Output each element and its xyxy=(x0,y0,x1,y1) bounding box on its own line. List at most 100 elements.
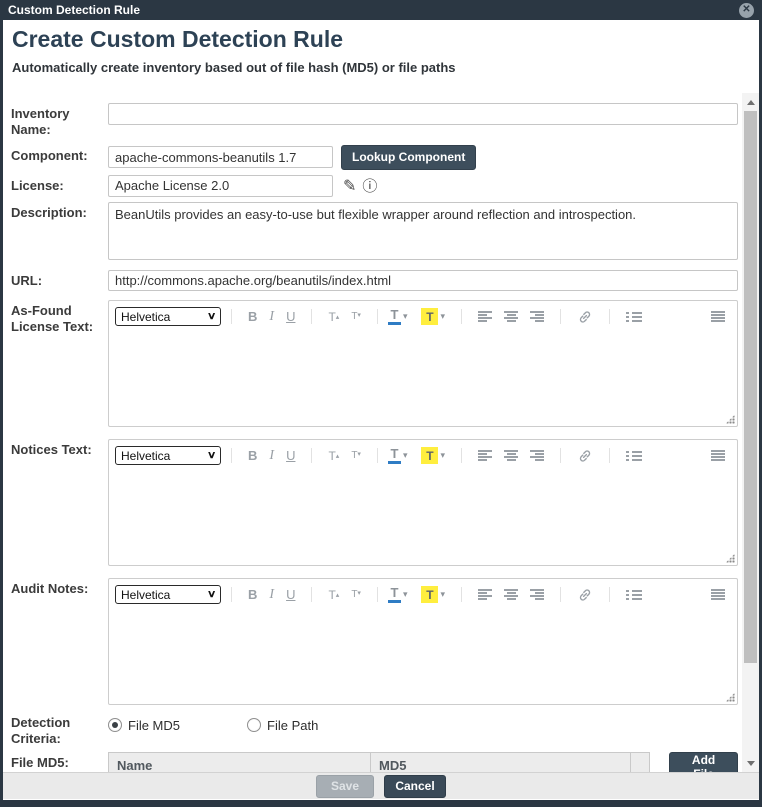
text-color-caret-icon[interactable]: ▾ xyxy=(403,311,408,322)
link-button[interactable] xyxy=(577,587,593,603)
link-button[interactable] xyxy=(577,448,593,464)
align-center-button[interactable] xyxy=(504,589,518,600)
underline-button[interactable]: U xyxy=(286,309,295,324)
lookup-component-button[interactable]: Lookup Component xyxy=(341,145,476,170)
highlight-color-caret-icon[interactable]: ▾ xyxy=(440,450,445,461)
url-input[interactable] xyxy=(108,270,738,291)
align-center-button[interactable] xyxy=(504,311,518,322)
select-caret-icon: ∨ xyxy=(207,589,217,600)
align-left-button[interactable] xyxy=(478,589,492,600)
justify-button[interactable] xyxy=(711,311,725,323)
form-content: Inventory Name: Component: Lookup Compon… xyxy=(3,93,759,772)
increase-font-button[interactable]: T▴ xyxy=(328,588,339,602)
italic-button[interactable]: I xyxy=(269,587,274,603)
italic-button[interactable]: I xyxy=(269,448,274,464)
text-color-button[interactable]: T xyxy=(388,308,401,325)
vertical-scrollbar[interactable] xyxy=(742,93,759,772)
license-input[interactable] xyxy=(108,175,333,197)
radio-file-path-control[interactable] xyxy=(247,718,261,732)
align-left-icon xyxy=(478,311,492,322)
text-color-caret-icon[interactable]: ▾ xyxy=(403,450,408,461)
detection-criteria-label: Detection Criteria: xyxy=(11,712,108,748)
link-icon xyxy=(577,448,593,464)
file-md5-table-header: Name MD5 xyxy=(109,753,649,772)
increase-font-button[interactable]: T▴ xyxy=(328,310,339,324)
ordered-list-button[interactable] xyxy=(626,311,642,323)
scrollbar-down-button[interactable] xyxy=(742,755,759,771)
scroll-up-icon xyxy=(747,100,755,105)
text-color-caret-icon[interactable]: ▾ xyxy=(403,589,408,600)
close-icon[interactable]: ✕ xyxy=(739,3,754,18)
scrollbar-up-button[interactable] xyxy=(742,94,759,110)
bold-button[interactable]: B xyxy=(248,448,257,463)
as-found-license-editor: Helvetica ∨ B I U T▴ T▾ xyxy=(108,300,738,427)
align-right-button[interactable] xyxy=(530,450,544,461)
align-center-icon xyxy=(504,311,518,322)
dialog-window: Create Custom Detection Rule Automatical… xyxy=(3,20,759,800)
ordered-list-icon xyxy=(626,450,642,462)
align-left-button[interactable] xyxy=(478,311,492,322)
grow-caret-icon: ▴ xyxy=(336,452,340,460)
text-color-button[interactable]: T xyxy=(388,447,401,464)
column-header-md5[interactable]: MD5 xyxy=(371,753,631,772)
link-icon xyxy=(577,587,593,603)
ordered-list-button[interactable] xyxy=(626,589,642,601)
inventory-name-label: Inventory Name: xyxy=(11,103,108,139)
underline-button[interactable]: U xyxy=(286,587,295,602)
align-center-button[interactable] xyxy=(504,450,518,461)
notices-text-label: Notices Text: xyxy=(11,439,108,458)
bold-button[interactable]: B xyxy=(248,587,257,602)
scrollbar-thumb[interactable] xyxy=(744,111,757,663)
bold-button[interactable]: B xyxy=(248,309,257,324)
decrease-font-button[interactable]: T▾ xyxy=(351,589,361,600)
page-title: Create Custom Detection Rule xyxy=(12,26,749,53)
justify-button[interactable] xyxy=(711,450,725,462)
as-found-license-row: As-Found License Text: Helvetica ∨ B I U xyxy=(11,300,759,427)
radio-file-md5[interactable]: File MD5 xyxy=(108,718,180,733)
decrease-font-button[interactable]: T▾ xyxy=(351,311,361,322)
align-right-button[interactable] xyxy=(530,311,544,322)
save-button[interactable]: Save xyxy=(316,775,374,798)
decrease-font-button[interactable]: T▾ xyxy=(351,450,361,461)
audit-notes-editor-body[interactable] xyxy=(109,611,737,704)
increase-font-button[interactable]: T▴ xyxy=(328,449,339,463)
link-icon xyxy=(577,309,593,325)
font-family-select[interactable]: Helvetica ∨ xyxy=(115,307,221,326)
custom-detection-rule-dialog: Custom Detection Rule ✕ Create Custom De… xyxy=(0,0,762,807)
radio-file-path[interactable]: File Path xyxy=(247,718,318,733)
add-file-button[interactable]: Add File xyxy=(669,752,738,772)
highlight-color-caret-icon[interactable]: ▾ xyxy=(440,589,445,600)
notices-text-editor-body[interactable] xyxy=(109,472,737,565)
radio-file-path-label: File Path xyxy=(267,718,318,733)
align-right-button[interactable] xyxy=(530,589,544,600)
component-label: Component: xyxy=(11,145,108,164)
editor-toolbar: Helvetica ∨ B I U T▴ T▾ xyxy=(109,301,737,333)
ordered-list-icon xyxy=(626,311,642,323)
radio-file-md5-control[interactable] xyxy=(108,718,122,732)
highlight-color-caret-icon[interactable]: ▾ xyxy=(440,311,445,322)
font-family-select[interactable]: Helvetica ∨ xyxy=(115,585,221,604)
justify-icon xyxy=(711,450,725,462)
as-found-license-editor-body[interactable] xyxy=(109,333,737,426)
underline-button[interactable]: U xyxy=(286,448,295,463)
font-family-select[interactable]: Helvetica ∨ xyxy=(115,446,221,465)
license-info-icon[interactable]: ⓘ xyxy=(362,179,377,194)
link-button[interactable] xyxy=(577,309,593,325)
description-textarea[interactable]: BeanUtils provides an easy-to-use but fl… xyxy=(108,202,738,260)
edit-license-icon[interactable]: ✎ xyxy=(343,179,356,195)
italic-button[interactable]: I xyxy=(269,309,274,325)
highlight-color-button[interactable]: T xyxy=(421,308,438,325)
column-header-name[interactable]: Name xyxy=(109,753,371,772)
ordered-list-button[interactable] xyxy=(626,450,642,462)
text-color-button[interactable]: T xyxy=(388,586,401,603)
dialog-header: Create Custom Detection Rule Automatical… xyxy=(3,20,759,93)
justify-button[interactable] xyxy=(711,589,725,601)
file-md5-row: File MD5: Name MD5 Add File xyxy=(11,752,759,772)
align-left-button[interactable] xyxy=(478,450,492,461)
dialog-title: Custom Detection Rule xyxy=(8,3,140,17)
cancel-button[interactable]: Cancel xyxy=(384,775,446,798)
inventory-name-input[interactable] xyxy=(108,103,738,125)
highlight-color-button[interactable]: T xyxy=(421,447,438,464)
component-input[interactable] xyxy=(108,146,333,168)
highlight-color-button[interactable]: T xyxy=(421,586,438,603)
